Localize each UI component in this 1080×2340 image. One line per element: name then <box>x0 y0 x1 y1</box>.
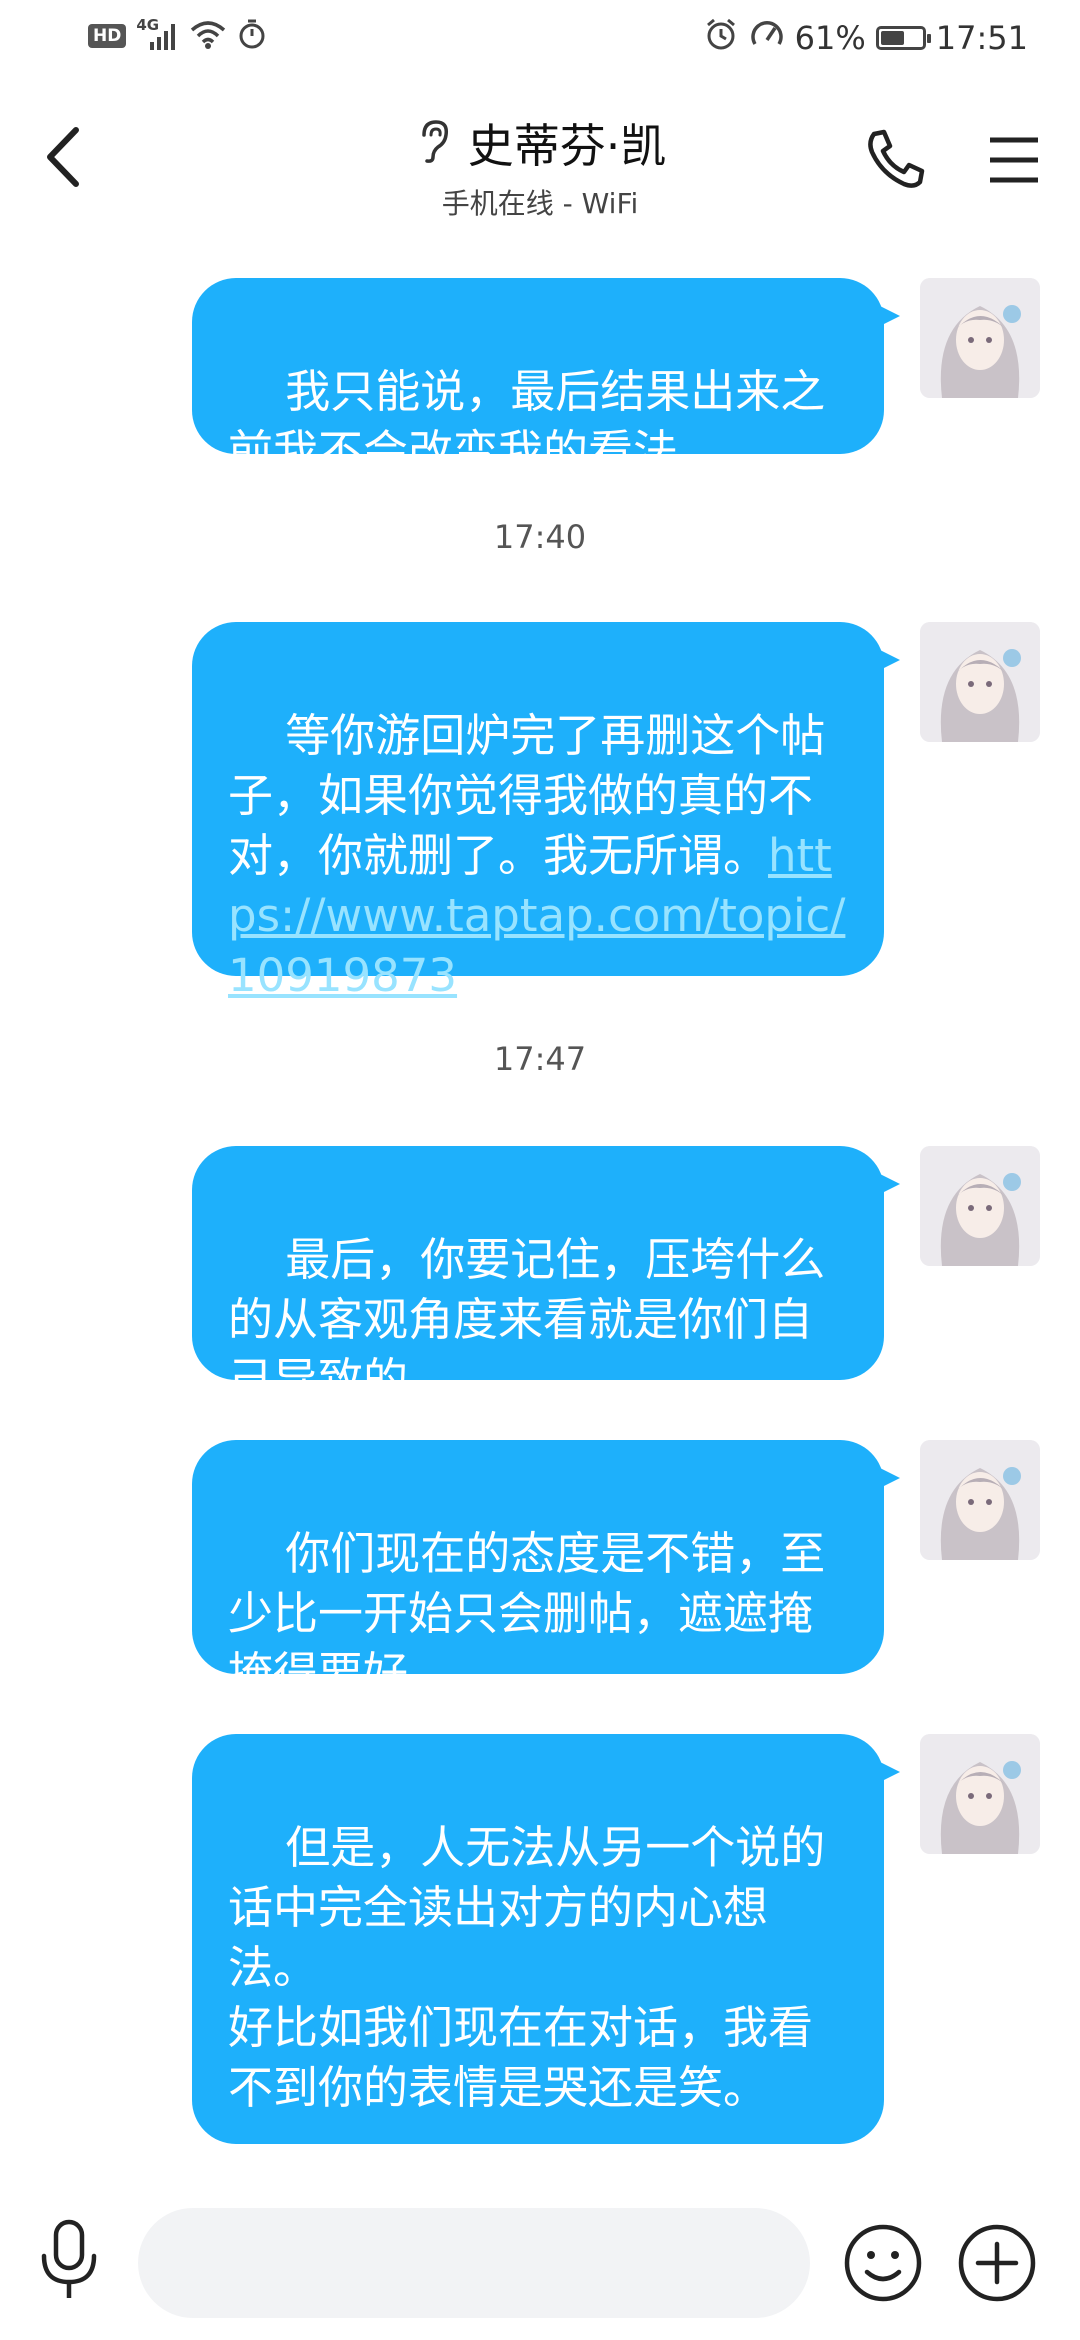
plus-circle-icon <box>958 2224 1036 2302</box>
avatar[interactable] <box>920 1440 1040 1560</box>
message-text: 等你游回炉完了再删这个帖子，如果你觉得我做的真的不对，你就删了。我无所谓。 <box>228 709 826 882</box>
message-text: 我只能说，最后结果出来之前我不会改变我的看法。 <box>228 365 826 478</box>
message-text: 但是，人无法从另一个说的话中完全读出对方的内心想法。 好比如我们现在在对话，我看… <box>228 1821 826 2114</box>
wifi-icon <box>188 18 228 54</box>
hamburger-menu-icon <box>990 137 1038 183</box>
timestamp: 17:47 <box>493 1040 587 1078</box>
alarm-icon <box>703 16 739 60</box>
clock: 17:51 <box>935 19 1028 57</box>
message-bubble-4[interactable]: 你们现在的态度是不错，至少比一开始只会删帖，遮遮掩掩得要好。 <box>192 1440 900 1700</box>
avatar-image <box>920 278 1040 398</box>
more-button[interactable] <box>956 2222 1038 2304</box>
menu-button[interactable] <box>986 132 1042 188</box>
signal-icon: 4G <box>136 16 178 52</box>
avatar[interactable] <box>920 1146 1040 1266</box>
avatar-image <box>920 1146 1040 1266</box>
call-button[interactable] <box>860 124 930 194</box>
phone-icon <box>868 129 925 188</box>
avatar-image <box>920 622 1040 742</box>
message-bubble-5[interactable]: 但是，人无法从另一个说的话中完全读出对方的内心想法。 好比如我们现在在对话，我看… <box>192 1734 900 2144</box>
ear-icon[interactable] <box>414 117 452 169</box>
smiley-icon <box>844 2224 922 2302</box>
emoji-button[interactable] <box>842 2222 924 2304</box>
message-bubble-2[interactable]: 等你游回炉完了再删这个帖子，如果你觉得我做的真的不对，你就删了。我无所谓。htt… <box>192 622 900 1002</box>
chat-header: 史蒂芬·凯 手机在线 - WiFi <box>0 80 1080 230</box>
timestamp: 17:40 <box>493 518 587 556</box>
status-bar: HD 4G 61% 17:51 <box>0 0 1080 80</box>
status-left: HD 4G <box>88 16 266 54</box>
battery-fill <box>880 31 904 45</box>
message-text: 你们现在的态度是不错，至少比一开始只会删帖，遮遮掩掩得要好。 <box>228 1527 826 1700</box>
input-bar <box>0 2190 1080 2340</box>
contact-name[interactable]: 史蒂芬·凯 <box>468 110 667 176</box>
message-text: 最后，你要记住，压垮什么的从客观角度来看就是你们自己导致的。 <box>228 1233 826 1406</box>
battery-icon <box>875 26 931 50</box>
voice-button[interactable] <box>34 2216 104 2306</box>
microphone-icon <box>41 2219 97 2298</box>
stopwatch-icon <box>238 18 266 54</box>
message-bubble-3[interactable]: 最后，你要记住，压垮什么的从客观角度来看就是你们自己导致的。 <box>192 1146 900 1406</box>
avatar[interactable] <box>920 1734 1040 1854</box>
status-right: 61% 17:51 <box>703 16 1028 60</box>
hd-badge: HD <box>88 24 127 48</box>
avatar[interactable] <box>920 278 1040 398</box>
avatar-image <box>920 1734 1040 1854</box>
battery-percent: 61% <box>794 19 866 57</box>
avatar[interactable] <box>920 622 1040 742</box>
message-input[interactable] <box>138 2208 810 2318</box>
message-bubble-1[interactable]: 我只能说，最后结果出来之前我不会改变我的看法。 <box>192 278 900 478</box>
power-saving-icon <box>749 16 785 60</box>
avatar-image <box>920 1440 1040 1560</box>
